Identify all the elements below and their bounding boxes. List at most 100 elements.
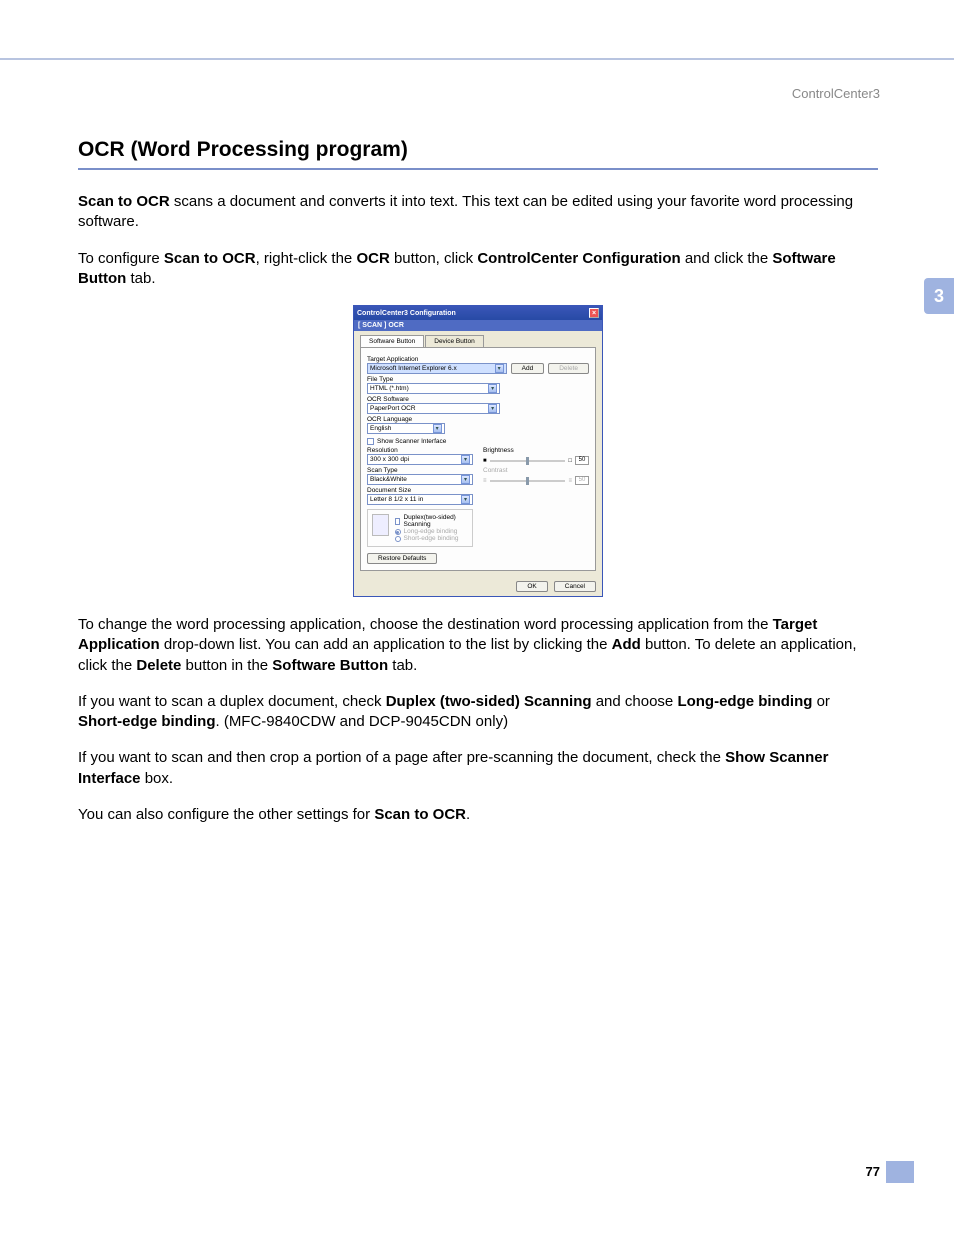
paragraph-5: If you want to scan and then crop a port…: [78, 748, 878, 789]
label-duplex: Duplex(two-sided) Scanning: [403, 514, 468, 528]
chevron-down-icon: ▾: [461, 495, 470, 504]
content: OCR (Word Processing program) Scan to OC…: [78, 138, 878, 841]
dialog-subtitle: [ SCAN ] OCR: [354, 320, 602, 331]
paragraph-1: Scan to OCR scans a document and convert…: [78, 192, 878, 233]
paragraph-2: To configure Scan to OCR, right-click th…: [78, 249, 878, 290]
top-bar: [0, 0, 954, 60]
contrast-low-icon: ≡: [483, 478, 487, 484]
dialog-footer: OK Cancel: [354, 577, 602, 596]
close-icon[interactable]: ×: [589, 308, 599, 318]
label-scan-type: Scan Type: [367, 467, 473, 474]
chevron-down-icon: ▾: [461, 455, 470, 464]
combo-value: HTML (*.htm): [370, 385, 409, 392]
label-ocr-software: OCR Software: [367, 396, 589, 403]
combo-value: PaperPort OCR: [370, 405, 416, 412]
text: You can also configure the other setting…: [78, 806, 374, 823]
label-file-type: File Type: [367, 376, 589, 383]
text: If you want to scan a duplex document, c…: [78, 693, 386, 710]
combo-scan-type[interactable]: Black&White ▾: [367, 474, 473, 485]
tab-software-button[interactable]: Software Button: [360, 335, 424, 347]
checkbox-show-scanner[interactable]: Show Scanner Interface: [367, 438, 589, 445]
chevron-down-icon: ▾: [488, 384, 497, 393]
radio-long-edge[interactable]: Long-edge binding: [395, 528, 469, 535]
label-resolution: Resolution: [367, 447, 473, 454]
tab-device-button[interactable]: Device Button: [425, 335, 483, 347]
slider-contrast: ≡ ≡ 50: [483, 476, 589, 485]
bold: ControlCenter Configuration: [477, 250, 680, 267]
dialog-screenshot: ControlCenter3 Configuration × [ SCAN ] …: [353, 305, 603, 597]
label-long-edge: Long-edge binding: [404, 528, 458, 535]
dialog-titlebar: ControlCenter3 Configuration ×: [354, 306, 602, 320]
page-number: 77: [866, 1164, 880, 1179]
light-icon: □: [568, 458, 572, 464]
dark-icon: ■: [483, 458, 487, 464]
label-document-size: Document Size: [367, 487, 473, 494]
label-contrast: Contrast: [483, 467, 589, 474]
label-show-scanner: Show Scanner Interface: [377, 438, 446, 445]
paragraph-6: You can also configure the other setting…: [78, 805, 878, 825]
slider-thumb: [526, 477, 529, 485]
slider-track: [490, 480, 566, 482]
paragraph-3: To change the word processing applicatio…: [78, 615, 878, 676]
page-bar-decoration: [886, 1161, 914, 1183]
text: drop-down list. You can add an applicati…: [160, 636, 612, 653]
text: or: [812, 693, 830, 710]
delete-button[interactable]: Delete: [548, 363, 589, 374]
combo-resolution[interactable]: 300 x 300 dpi ▾: [367, 454, 473, 465]
ok-button[interactable]: OK: [516, 581, 547, 592]
combo-value: English: [370, 425, 391, 432]
dialog-title: ControlCenter3 Configuration: [357, 310, 456, 317]
combo-target-app[interactable]: Microsoft Internet Explorer 6.x ▾: [367, 363, 507, 374]
combo-value: Black&White: [370, 476, 407, 483]
text: To change the word processing applicatio…: [78, 616, 773, 633]
config-dialog: ControlCenter3 Configuration × [ SCAN ] …: [353, 305, 603, 597]
bold: Software Button: [272, 657, 388, 674]
header-product: ControlCenter3: [792, 86, 880, 101]
restore-defaults-button[interactable]: Restore Defaults: [367, 553, 437, 564]
bold: Scan to OCR: [374, 806, 466, 823]
text: tab.: [126, 270, 155, 287]
chapter-tab: 3: [924, 278, 954, 314]
slider-track[interactable]: [490, 460, 566, 462]
bold: Duplex (two-sided) Scanning: [386, 693, 592, 710]
label-short-edge: Short-edge binding: [404, 535, 459, 542]
chevron-down-icon: ▾: [495, 364, 504, 373]
slider-brightness[interactable]: ■ □ 50: [483, 456, 589, 465]
cancel-button[interactable]: Cancel: [554, 581, 596, 592]
checkbox-icon: [395, 518, 401, 525]
combo-ocr-language[interactable]: English ▾: [367, 423, 445, 434]
bold: Delete: [136, 657, 181, 674]
tabs: Software Button Device Button: [360, 335, 596, 347]
text: To configure: [78, 250, 164, 267]
text: , right-click the: [256, 250, 357, 267]
radio-icon: [395, 529, 401, 535]
text: tab.: [388, 657, 417, 674]
bold: Add: [612, 636, 641, 653]
bold: OCR: [356, 250, 389, 267]
bold-scan-to-ocr: Scan to OCR: [78, 193, 170, 210]
radio-short-edge[interactable]: Short-edge binding: [395, 535, 469, 542]
chevron-down-icon: ▾: [433, 424, 442, 433]
combo-document-size[interactable]: Letter 8 1/2 x 11 in ▾: [367, 494, 473, 505]
label-brightness: Brightness: [483, 447, 589, 454]
text: scans a document and converts it into te…: [78, 193, 853, 230]
checkbox-duplex[interactable]: Duplex(two-sided) Scanning: [395, 514, 469, 528]
brightness-value[interactable]: 50: [575, 456, 589, 465]
contrast-high-icon: ≡: [568, 478, 572, 484]
label-ocr-language: OCR Language: [367, 416, 589, 423]
text: and choose: [592, 693, 678, 710]
duplex-icon: [372, 514, 389, 536]
radio-icon: [395, 536, 401, 542]
label-target-app: Target Application: [367, 356, 589, 363]
slider-thumb[interactable]: [526, 457, 529, 465]
combo-file-type[interactable]: HTML (*.htm) ▾: [367, 383, 500, 394]
text: and click the: [681, 250, 773, 267]
paragraph-4: If you want to scan a duplex document, c…: [78, 692, 878, 733]
add-button[interactable]: Add: [511, 363, 545, 374]
text: If you want to scan and then crop a port…: [78, 749, 725, 766]
duplex-group: Duplex(two-sided) Scanning Long-edge bin…: [367, 509, 473, 547]
section-title: OCR (Word Processing program): [78, 138, 878, 170]
bold: Scan to OCR: [164, 250, 256, 267]
combo-ocr-software[interactable]: PaperPort OCR ▾: [367, 403, 500, 414]
panel: Target Application Microsoft Internet Ex…: [360, 347, 596, 571]
